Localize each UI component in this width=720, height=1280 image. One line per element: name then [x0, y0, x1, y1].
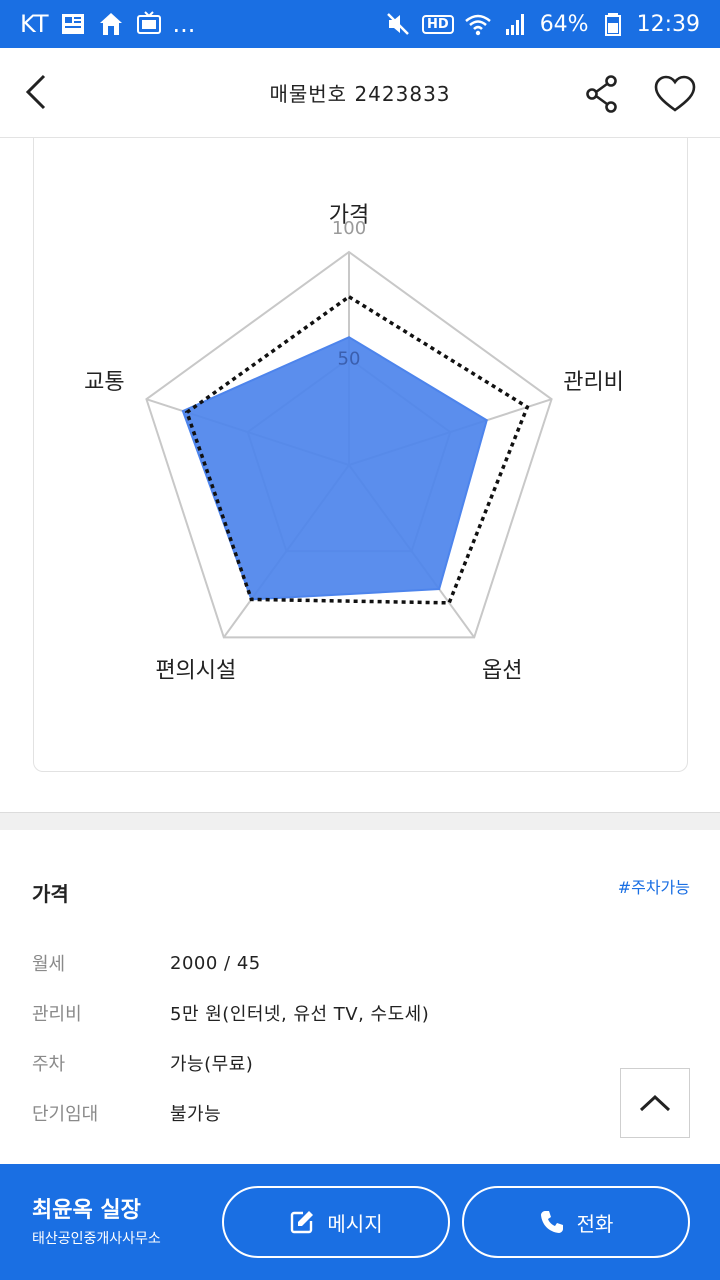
property-score-area — [181, 336, 488, 601]
share-button[interactable] — [580, 72, 624, 116]
call-button[interactable]: 전화 — [462, 1186, 690, 1258]
signal-icon — [502, 10, 530, 38]
axis-label-transport: 교통 — [84, 370, 124, 395]
axis-label-price: 가격 — [329, 203, 369, 228]
tv-app-icon — [135, 10, 163, 38]
share-icon — [586, 75, 617, 113]
message-label: 메시지 — [327, 1211, 383, 1236]
call-label: 전화 — [576, 1211, 614, 1236]
battery-icon — [599, 10, 627, 38]
section-title: 가격 — [32, 882, 69, 906]
parking-tag[interactable]: #주차가능 — [618, 874, 690, 898]
agent-name: 최윤옥 실장 — [32, 1198, 141, 1223]
favorite-button[interactable] — [650, 72, 700, 116]
notification-app-icon — [59, 10, 87, 38]
info-row-rent: 월세 2000 / 45 — [32, 948, 672, 978]
hd-voice-badge: HD — [422, 14, 454, 34]
wifi-icon — [464, 10, 492, 38]
chevron-left-icon — [25, 74, 46, 110]
axis-label-maintenance: 관리비 — [563, 370, 624, 395]
scroll-to-top-button[interactable] — [620, 1068, 690, 1138]
heart-icon — [654, 75, 696, 112]
contact-bar: 최윤옥 실장 태산공인중개사사무소 메시지 전화 — [0, 1164, 720, 1280]
status-bar: KT ... HD 64% 12:39 — [0, 0, 720, 48]
section-divider — [0, 812, 720, 830]
info-row-short-term: 단기임대 불가능 — [32, 1098, 672, 1128]
carrier-label: KT — [20, 10, 49, 38]
info-value: 불가능 — [170, 1104, 222, 1125]
chevron-up-icon — [639, 1094, 671, 1112]
info-label: 단기임대 — [32, 1104, 99, 1125]
info-label: 주차 — [32, 1054, 66, 1075]
back-button[interactable] — [14, 70, 58, 114]
tick-label-50: 50 — [338, 349, 361, 370]
phone-icon — [540, 1211, 563, 1233]
message-button[interactable]: 메시지 — [222, 1186, 450, 1258]
info-label: 관리비 — [32, 1004, 82, 1025]
info-row-maintenance: 관리비 5만 원(인터넷, 유선 TV, 수도세) — [32, 998, 672, 1028]
info-label: 월세 — [32, 954, 66, 975]
info-value: 2000 / 45 — [170, 952, 261, 974]
radar-chart: 100 50 가격 관리비 옵션 편의시설 교통 — [84, 203, 624, 683]
home-app-icon — [97, 10, 125, 38]
mute-icon — [384, 10, 412, 38]
app-header: 매물번호 2423833 — [0, 48, 720, 138]
edit-icon — [291, 1211, 314, 1234]
price-section: 가격 #주차가능 월세 2000 / 45 관리비 5만 원(인터넷, 유선 T… — [0, 830, 720, 1164]
more-notifications: ... — [172, 10, 196, 38]
radar-chart-card: 100 50 가격 관리비 옵션 편의시설 교통 — [33, 138, 688, 772]
axis-label-amenities: 편의시설 — [155, 658, 236, 683]
agency-name: 태산공인중개사사무소 — [32, 1231, 161, 1247]
info-value: 가능(무료) — [170, 1054, 254, 1075]
info-value: 5만 원(인터넷, 유선 TV, 수도세) — [170, 1004, 430, 1025]
axis-label-options: 옵션 — [482, 658, 522, 683]
info-row-parking: 주차 가능(무료) — [32, 1048, 672, 1078]
battery-percent: 64% — [539, 11, 589, 37]
clock: 12:39 — [636, 11, 700, 37]
